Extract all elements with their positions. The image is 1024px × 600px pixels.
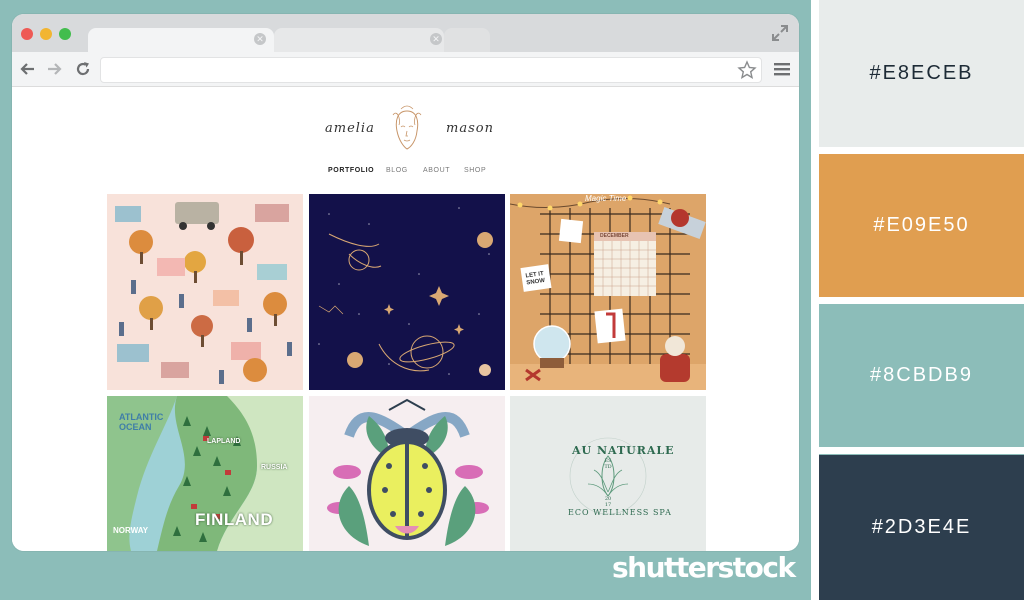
spa-name: AU NATURALE — [572, 444, 675, 457]
face-illustration-icon — [392, 105, 422, 150]
map-label-lapland: LAPLAND — [207, 438, 241, 445]
palette-divider — [811, 0, 819, 600]
palette-swatch-3: #8CBDB9 — [819, 304, 1024, 447]
palette-swatch-label: #8CBDB9 — [870, 364, 973, 386]
map-label-country: FINLAND — [195, 510, 274, 529]
site-navigation: PORTFOLIO BLOG ABOUT SHOP — [12, 167, 799, 181]
reload-icon[interactable] — [73, 59, 93, 79]
logo-first-name: amelia — [325, 121, 375, 136]
address-bar[interactable] — [100, 57, 762, 83]
palette-gap — [819, 297, 1024, 304]
nav-link-portfolio[interactable]: PORTFOLIO — [328, 167, 374, 174]
minimize-window-button[interactable] — [40, 28, 52, 40]
spa-tagline: ECO WELLNESS SPA — [568, 508, 672, 517]
calendar-title: Magic Time — [585, 194, 627, 203]
beetle-illustration — [327, 398, 489, 546]
map-label-russia: RUSSIA — [261, 464, 288, 471]
palette-swatch-label: #E8ECEB — [869, 62, 974, 84]
expand-icon[interactable] — [771, 24, 789, 42]
logo-last-name: mason — [446, 121, 494, 136]
spa-est: ES TD — [604, 458, 612, 470]
tab-bar: ✕ ✕ — [12, 14, 799, 52]
map-label-ocean: ATLANTIC OCEAN — [119, 412, 164, 432]
new-tab-button[interactable] — [444, 28, 490, 52]
portfolio-tile-beetle[interactable] — [309, 396, 505, 551]
browser-window: ✕ ✕ amelia mason PORTFOLIO BLOG ABOUT SH… — [12, 14, 799, 551]
nav-link-blog[interactable]: BLOG — [386, 167, 408, 174]
menu-icon[interactable] — [773, 60, 791, 78]
spa-emblem — [569, 437, 647, 515]
palette-swatch-label: #E09E50 — [873, 214, 970, 236]
bookmark-star-icon[interactable] — [737, 60, 757, 80]
tab-close-icon[interactable]: ✕ — [430, 33, 442, 45]
nav-link-shop[interactable]: SHOP — [464, 167, 486, 174]
palette-gap — [819, 147, 1024, 154]
browser-toolbar — [12, 52, 799, 87]
palette-swatch-2: #E09E50 — [819, 154, 1024, 297]
forward-arrow-icon[interactable] — [44, 59, 64, 79]
palette-swatch-1: #E8ECEB — [819, 0, 1024, 147]
browser-tab-active[interactable]: ✕ — [88, 28, 274, 52]
nav-link-about[interactable]: ABOUT — [423, 167, 450, 174]
shutterstock-logo: shutterstock — [612, 551, 796, 584]
calendar-illustration — [510, 195, 706, 390]
map-label-norway: NORWAY — [113, 526, 149, 535]
back-arrow-icon[interactable] — [18, 59, 38, 79]
palette-gap — [819, 447, 1024, 454]
portfolio-page: amelia mason PORTFOLIO BLOG ABOUT SHOP M… — [12, 87, 799, 551]
portfolio-tile-spa-logo[interactable]: AU NATURALE ES TD 20 17 ECO WELLNESS SPA — [510, 396, 706, 551]
portfolio-tile-celestial[interactable] — [309, 194, 505, 390]
celestial-illustration — [318, 207, 493, 376]
calendar-month: DECEMBER — [600, 233, 629, 239]
picnic-illustration — [115, 202, 292, 384]
palette-swatch-4: #2D3E4E — [819, 455, 1024, 600]
spa-year: 20 17 — [604, 496, 612, 508]
maximize-window-button[interactable] — [59, 28, 71, 40]
palette-swatch-label: #2D3E4E — [871, 516, 972, 538]
portfolio-tile-picnic-pattern[interactable] — [107, 194, 303, 390]
close-window-button[interactable] — [21, 28, 33, 40]
portfolio-tile-finland-map[interactable]: ATLANTIC OCEAN LAPLAND RUSSIA FINLAND NO… — [107, 396, 303, 551]
tab-close-icon[interactable]: ✕ — [254, 33, 266, 45]
portfolio-tile-advent-calendar[interactable]: Magic Time DECEMBER LET IT SNOW 1 — [510, 194, 706, 390]
browser-tab[interactable]: ✕ — [274, 28, 444, 52]
site-logo[interactable]: amelia mason — [12, 105, 799, 155]
